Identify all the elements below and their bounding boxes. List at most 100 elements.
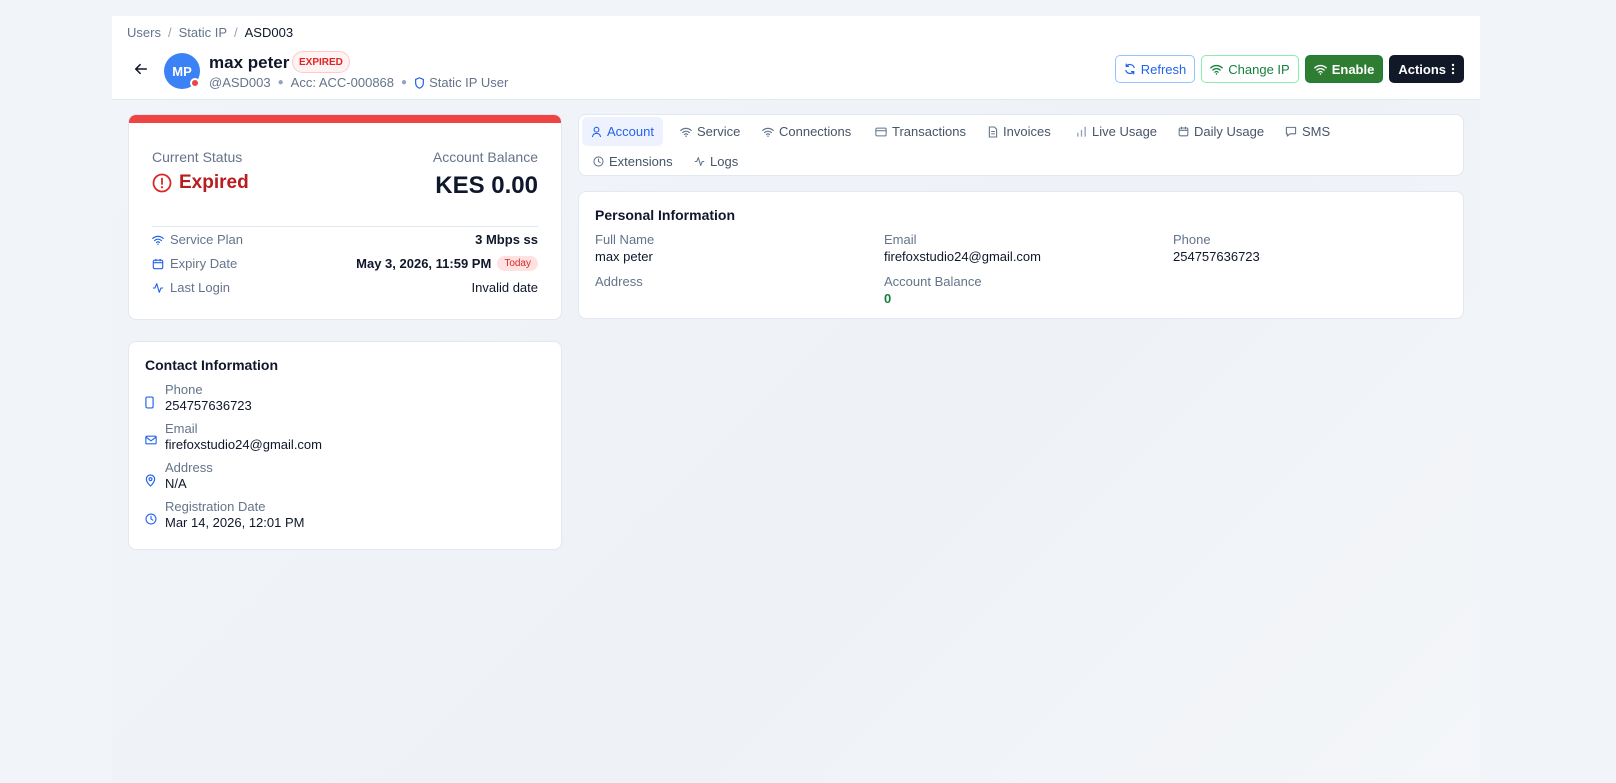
- last-login-value: Invalid date: [471, 280, 539, 295]
- actions-label: Actions: [1398, 61, 1446, 77]
- wifi-icon: [680, 127, 692, 137]
- tab-transactions[interactable]: Transactions: [866, 117, 975, 146]
- personal-info-title: Personal Information: [595, 207, 736, 223]
- tab-account[interactable]: Account: [582, 117, 663, 146]
- contact-phone: Phone 254757636723: [145, 382, 252, 413]
- status-color-bar: [129, 115, 561, 123]
- avatar-initials: MP: [172, 63, 192, 79]
- user-name: max peter: [209, 53, 290, 72]
- back-button[interactable]: [132, 60, 150, 78]
- mail-icon: [145, 435, 157, 445]
- clock-icon: [593, 156, 604, 167]
- wifi-icon: [1210, 64, 1224, 75]
- divider: [152, 226, 538, 227]
- tabs-bar: Account Service Connections Transactions…: [578, 114, 1464, 176]
- account-balance-field: Account Balance 0: [884, 274, 982, 306]
- refresh-button[interactable]: Refresh: [1114, 55, 1196, 83]
- account-number: Acc: ACC-000868: [290, 75, 395, 90]
- change-ip-button[interactable]: Change IP: [1201, 55, 1299, 83]
- tab-transactions-label: Transactions: [892, 124, 966, 139]
- breadcrumb-separator: /: [167, 25, 172, 40]
- last-login-label: Last Login: [170, 280, 230, 295]
- tab-daily-usage-label: Daily Usage: [1194, 124, 1265, 139]
- account-balance-field-value: 0: [884, 291, 892, 306]
- avatar: MP: [164, 53, 200, 89]
- full-name-label: Full Name: [595, 232, 655, 247]
- current-status: Expired: [152, 172, 249, 194]
- tab-account-label: Account: [607, 124, 654, 139]
- address-field: Address: [595, 274, 643, 291]
- wifi-icon: [762, 127, 774, 137]
- breadcrumb-current: ASD003: [244, 25, 294, 40]
- last-login-row: Last Login Invalid date: [152, 280, 538, 295]
- expiry-date-label: Expiry Date: [170, 256, 238, 271]
- tab-extensions-label: Extensions: [609, 154, 673, 169]
- contact-email-value: firefoxstudio24@gmail.com: [165, 437, 322, 452]
- expiry-date-value: May 3, 2026, 11:59 PM: [356, 256, 492, 271]
- enable-button[interactable]: Enable: [1304, 55, 1384, 83]
- tab-connections[interactable]: Connections: [753, 117, 860, 146]
- calendar-icon: [1178, 126, 1189, 137]
- breadcrumb-static-ip[interactable]: Static IP: [179, 25, 227, 40]
- contact-address-label: Address: [165, 460, 213, 475]
- tab-daily-usage[interactable]: Daily Usage: [1169, 117, 1273, 146]
- account-balance-label: Account Balance: [432, 149, 538, 165]
- user-meta: @ASD003 ● Acc: ACC-000868 ● Static IP Us…: [209, 75, 508, 90]
- email-label: Email: [884, 232, 917, 247]
- address-label: Address: [595, 274, 643, 289]
- tab-invoices[interactable]: Invoices: [979, 117, 1060, 146]
- bar-chart-icon: [1077, 126, 1086, 137]
- current-status-label: Current Status: [152, 149, 243, 165]
- actions-menu-button[interactable]: Actions: [1389, 55, 1464, 83]
- personal-info-card: Personal Information Full Name max peter…: [578, 191, 1464, 319]
- phone-field: Phone 254757636723: [1173, 232, 1260, 264]
- full-name-field: Full Name max peter: [595, 232, 654, 264]
- today-badge: Today: [497, 256, 538, 271]
- registration-date-label: Registration Date: [165, 499, 266, 514]
- tab-service[interactable]: Service: [671, 117, 749, 146]
- account-balance-value: KES 0.00: [435, 172, 538, 199]
- contact-email-label: Email: [165, 421, 198, 436]
- phone-value: 254757636723: [1173, 249, 1260, 264]
- tab-logs-label: Logs: [710, 154, 739, 169]
- alert-circle-icon: [152, 173, 172, 193]
- meta-bullet: ●: [401, 77, 408, 88]
- contact-address: Address N/A: [145, 460, 213, 491]
- breadcrumb: Users / Static IP / ASD003: [127, 25, 293, 40]
- credit-card-icon: [875, 127, 887, 136]
- message-icon: [1285, 126, 1297, 137]
- more-vertical-icon: [1451, 63, 1455, 75]
- refresh-label: Refresh: [1140, 61, 1187, 77]
- status-card: Current Status Account Balance Expired K…: [128, 114, 562, 320]
- contact-address-value: N/A: [165, 476, 187, 491]
- user-icon: [591, 126, 602, 137]
- header-actions: Refresh Change IP Enable Actions: [1114, 55, 1464, 83]
- tab-logs[interactable]: Logs: [685, 147, 747, 176]
- tab-live-usage[interactable]: Live Usage: [1067, 117, 1166, 146]
- registration-date-value: Mar 14, 2026, 12:01 PM: [165, 515, 305, 530]
- service-plan-row: Service Plan 3 Mbps ss: [152, 232, 538, 247]
- email-field: Email firefoxstudio24@gmail.com: [884, 232, 1041, 264]
- shield-icon: [415, 76, 425, 89]
- phone-icon: [145, 396, 154, 409]
- user-role: Static IP User: [414, 75, 508, 90]
- service-plan-value: 3 Mbps ss: [475, 232, 538, 247]
- tab-live-usage-label: Live Usage: [1092, 124, 1158, 139]
- change-ip-label: Change IP: [1228, 61, 1290, 77]
- contact-phone-value: 254757636723: [165, 398, 252, 413]
- contact-title: Contact Information: [145, 357, 278, 373]
- tab-extensions[interactable]: Extensions: [584, 147, 682, 176]
- user-role-label: Static IP User: [429, 75, 509, 90]
- breadcrumb-users[interactable]: Users: [127, 25, 161, 40]
- contact-registration: Registration Date Mar 14, 2026, 12:01 PM: [145, 499, 304, 530]
- clock-icon: [145, 513, 157, 525]
- breadcrumb-separator: /: [234, 25, 238, 40]
- map-pin-icon: [145, 474, 156, 487]
- refresh-icon: [1125, 63, 1135, 75]
- tab-sms[interactable]: SMS: [1276, 117, 1339, 146]
- file-text-icon: [988, 125, 998, 138]
- wifi-icon: [1313, 64, 1327, 75]
- current-status-value: Expired: [179, 172, 249, 193]
- page: Users / Static IP / ASD003 MP max peter …: [112, 16, 1480, 783]
- enable-label: Enable: [1331, 61, 1375, 77]
